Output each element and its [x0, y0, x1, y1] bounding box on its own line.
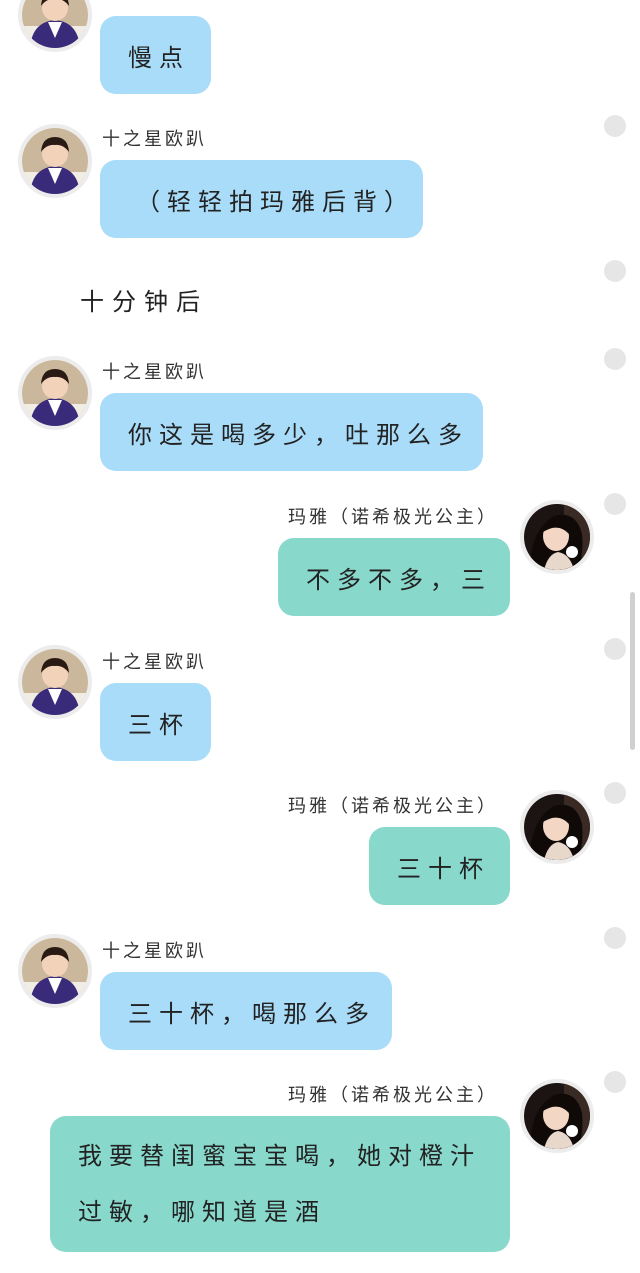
- status-dot-icon: [604, 260, 626, 282]
- sender-name: 玛雅（诺希极光公主）: [288, 507, 498, 528]
- sender-name: 十之星欧趴: [102, 362, 207, 383]
- boy-avatar-icon: [22, 128, 88, 194]
- avatar-maya[interactable]: [520, 500, 594, 574]
- status-dot-icon: [604, 1071, 626, 1093]
- avatar-shizhixing[interactable]: [18, 934, 92, 1008]
- message-bubble[interactable]: （轻轻拍玛雅后背）: [100, 160, 423, 238]
- sender-name: 玛雅（诺希极光公主）: [288, 1085, 498, 1106]
- message-bubble[interactable]: 慢点: [100, 16, 211, 94]
- message-bubble[interactable]: 你这是喝多少，吐那么多: [100, 393, 483, 471]
- sender-name: 十之星欧趴: [102, 129, 207, 150]
- status-dot-icon: [604, 348, 626, 370]
- status-dot-icon: [604, 927, 626, 949]
- boy-avatar-icon: [22, 360, 88, 426]
- avatar-shizhixing[interactable]: [18, 645, 92, 719]
- status-dot-icon: [604, 782, 626, 804]
- sender-name: 玛雅（诺希极光公主）: [288, 796, 498, 817]
- sender-name: 十之星欧趴: [102, 652, 207, 673]
- avatar-shizhixing[interactable]: [18, 0, 92, 52]
- message-bubble[interactable]: 三十杯: [369, 827, 510, 905]
- message-bubble[interactable]: 三十杯，喝那么多: [100, 972, 392, 1050]
- status-dot-icon: [604, 638, 626, 660]
- avatar-shizhixing[interactable]: [18, 124, 92, 198]
- message-bubble[interactable]: 我要替闺蜜宝宝喝，她对橙汁过敏，哪知道是酒: [50, 1116, 510, 1252]
- message-bubble[interactable]: 不多不多，三: [278, 538, 510, 616]
- boy-avatar-icon: [22, 0, 88, 48]
- status-dot-icon: [604, 115, 626, 137]
- scrollbar[interactable]: [630, 592, 635, 750]
- boy-avatar-icon: [22, 938, 88, 1004]
- avatar-maya[interactable]: [520, 1079, 594, 1153]
- boy-avatar-icon: [22, 649, 88, 715]
- chat-area[interactable]: 慢点 十之星欧趴 （轻轻拍玛雅后背） 十分钟后 十之星欧趴 你这是喝多少，吐那么…: [0, 0, 640, 1273]
- narration-text: 十分钟后: [80, 288, 208, 316]
- avatar-shizhixing[interactable]: [18, 356, 92, 430]
- avatar-maya[interactable]: [520, 790, 594, 864]
- girl-avatar-icon: [524, 1083, 590, 1149]
- girl-avatar-icon: [524, 504, 590, 570]
- girl-avatar-icon: [524, 794, 590, 860]
- sender-name: 十之星欧趴: [102, 941, 207, 962]
- message-bubble[interactable]: 三杯: [100, 683, 211, 761]
- status-dot-icon: [604, 493, 626, 515]
